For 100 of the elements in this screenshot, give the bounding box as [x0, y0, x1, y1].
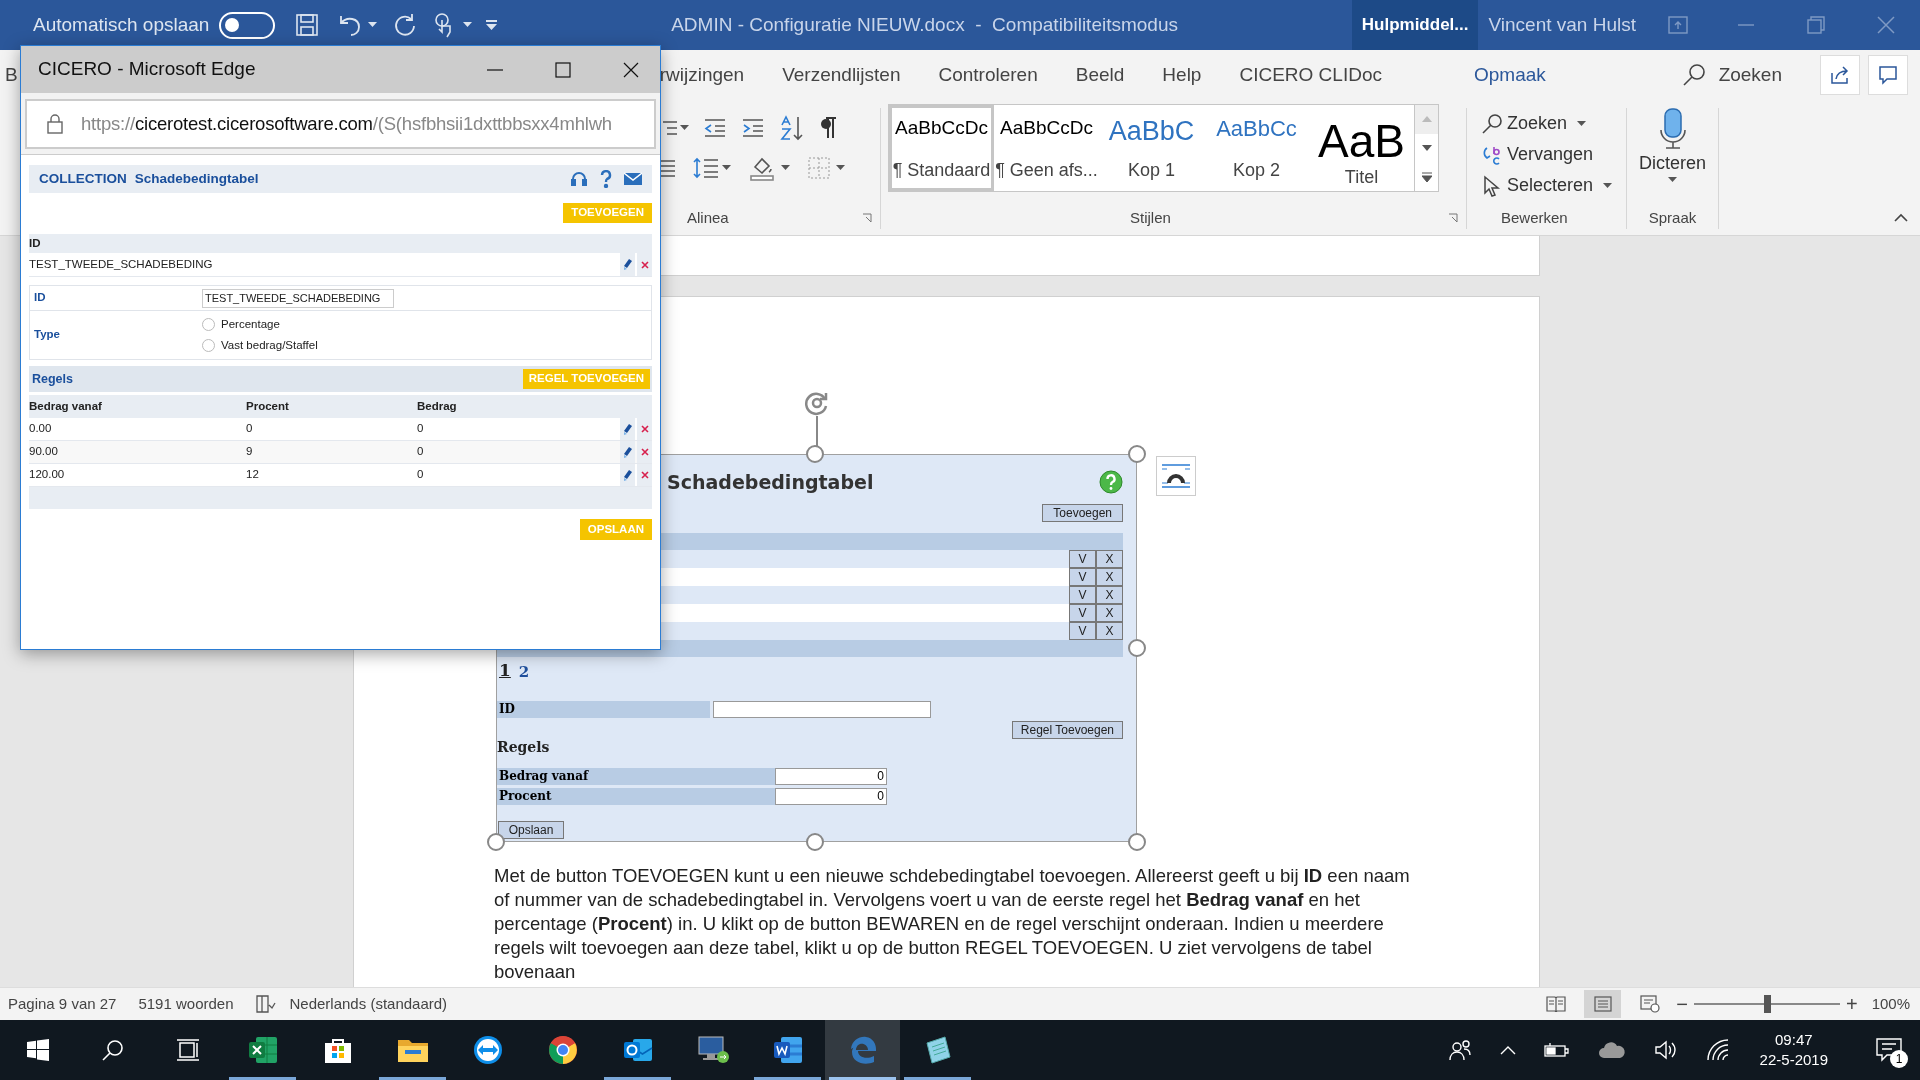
collapse-ribbon-icon[interactable] [1894, 213, 1908, 222]
search-button[interactable]: Zoeken [1680, 60, 1782, 90]
double-arrow-app-icon[interactable] [472, 1035, 503, 1065]
delete-icon[interactable] [637, 441, 652, 463]
style-item[interactable]: AaBbC Kop 1 [1099, 105, 1204, 191]
undo-button[interactable] [337, 13, 378, 37]
document-app-icon[interactable] [772, 1036, 803, 1064]
resize-handle[interactable] [806, 833, 824, 851]
help-icon[interactable] [600, 170, 612, 188]
folder-icon[interactable] [396, 1037, 429, 1063]
edit-icon[interactable] [620, 418, 635, 440]
share-button[interactable] [1820, 55, 1860, 95]
delete-icon[interactable] [637, 464, 652, 486]
caret-icon[interactable] [781, 165, 790, 171]
paint-bucket-icon[interactable] [749, 155, 775, 181]
ribbon-tab[interactable]: B [5, 60, 18, 90]
search-icon[interactable] [1481, 112, 1503, 135]
delete-icon[interactable] [637, 253, 652, 276]
caret-icon[interactable] [1668, 177, 1677, 183]
caret-icon[interactable] [463, 22, 473, 28]
page-count[interactable]: Pagina 9 van 27 [8, 992, 117, 1016]
resize-handle[interactable] [1128, 445, 1146, 463]
style-item[interactable]: AaB Titel [1309, 105, 1414, 191]
web-layout-icon[interactable] [1639, 995, 1660, 1013]
zoom-percentage[interactable]: 100% [1871, 992, 1910, 1016]
redo-icon[interactable] [393, 13, 418, 37]
style-item[interactable]: AaBbCcDc ¶ Standaard [889, 105, 994, 191]
battery-icon[interactable] [1543, 1042, 1570, 1058]
resize-handle[interactable] [1128, 639, 1146, 657]
ribbon-tab[interactable]: rwijzingen [659, 60, 745, 90]
language-indicator[interactable]: Nederlands (standaard) [289, 992, 448, 1016]
editing-command[interactable]: Zoeken [1481, 108, 1626, 139]
headset-icon[interactable] [570, 170, 588, 188]
increase-indent-icon[interactable] [741, 118, 765, 138]
share-icon[interactable] [1830, 65, 1850, 85]
zoom-slider-thumb[interactable] [1763, 995, 1771, 1013]
more-icon[interactable] [1421, 171, 1432, 182]
scroll-down-icon[interactable] [1421, 145, 1432, 151]
close-icon[interactable] [622, 60, 640, 79]
context-tab[interactable]: Hulpmiddel... [1351, 0, 1479, 50]
list-cell[interactable]: TEST_TWEEDE_SCHADEBEDING [29, 255, 213, 274]
mail-icon[interactable] [624, 172, 642, 186]
spreadsheet-app-icon[interactable] [247, 1036, 278, 1064]
comments-button[interactable] [1868, 55, 1908, 95]
ribbon-tab[interactable]: Help [1162, 60, 1202, 90]
editing-command[interactable]: Vervangen [1481, 139, 1626, 170]
read-mode-icon[interactable] [1545, 996, 1566, 1012]
align-icon[interactable] [661, 158, 675, 178]
id-input[interactable]: TEST_TWEEDE_SCHADEBEDING [202, 288, 394, 308]
ribbon-tab[interactable]: Controleren [938, 60, 1038, 90]
word-count[interactable]: 5191 woorden [138, 992, 234, 1016]
cursor-icon[interactable] [1481, 174, 1503, 197]
clock[interactable]: 09:47 22-5-2019 [1759, 1030, 1828, 1070]
search-icon[interactable] [101, 1039, 124, 1061]
zoom-slider[interactable] [1693, 994, 1840, 1014]
ribbon-tab[interactable]: Opmaak [1473, 60, 1546, 90]
editing-command[interactable]: Selecteren [1481, 170, 1626, 201]
show-hidden-icons[interactable] [1499, 1045, 1516, 1055]
touch-mode-button[interactable] [433, 12, 473, 38]
decrease-indent-icon[interactable] [703, 118, 727, 138]
proofing-icon[interactable] [255, 995, 276, 1013]
shading-button[interactable] [749, 155, 790, 181]
cloud-icon[interactable] [1597, 1041, 1626, 1059]
caret-icon[interactable] [368, 22, 378, 28]
resize-handle[interactable] [487, 833, 505, 851]
style-item[interactable]: AaBbCcDc ¶ Geen afs... [994, 105, 1099, 191]
caret-icon[interactable] [1603, 182, 1613, 189]
task-view-icon[interactable] [175, 1039, 200, 1061]
notification-button[interactable] [1876, 1038, 1902, 1062]
dictate-button[interactable]: Dicteren [1639, 108, 1706, 183]
edit-icon[interactable] [620, 464, 635, 486]
volume-icon[interactable] [1653, 1039, 1678, 1061]
remote-desktop-icon[interactable] [696, 1035, 729, 1065]
ribbon-tab[interactable]: Beeld [1075, 60, 1125, 90]
taskbar-button[interactable] [825, 1020, 900, 1080]
people-icon[interactable] [1447, 1038, 1472, 1062]
maximize-icon[interactable] [554, 60, 572, 79]
layout-options-button[interactable] [1156, 456, 1196, 496]
line-spacing-icon[interactable] [693, 156, 719, 180]
zoom-out-button[interactable]: − [1676, 994, 1688, 1014]
multilevel-list-button[interactable] [661, 118, 689, 138]
autosave-toggle[interactable] [219, 11, 276, 39]
edit-icon[interactable] [620, 253, 635, 276]
browser-icon[interactable] [547, 1035, 578, 1065]
microphone-icon[interactable] [1657, 108, 1688, 150]
mail-app-icon[interactable] [622, 1036, 653, 1064]
borders-button[interactable] [808, 157, 845, 179]
resize-handle[interactable] [1128, 833, 1146, 851]
radio-option[interactable]: Percentage [202, 315, 318, 333]
line-spacing-button[interactable] [693, 156, 731, 180]
caret-icon[interactable] [836, 165, 845, 171]
shopping-bag-icon[interactable] [322, 1036, 353, 1064]
start-icon[interactable] [26, 1039, 49, 1061]
dialog-launcher-icon[interactable] [1448, 212, 1458, 223]
sort-icon[interactable] [779, 115, 805, 141]
zoom-in-button[interactable]: + [1845, 994, 1858, 1014]
dialog-launcher-icon[interactable] [862, 212, 872, 223]
pilcrow-icon[interactable] [819, 116, 837, 140]
style-item[interactable]: AaBbCc Kop 2 [1204, 105, 1309, 191]
comment-icon[interactable] [1878, 65, 1898, 85]
